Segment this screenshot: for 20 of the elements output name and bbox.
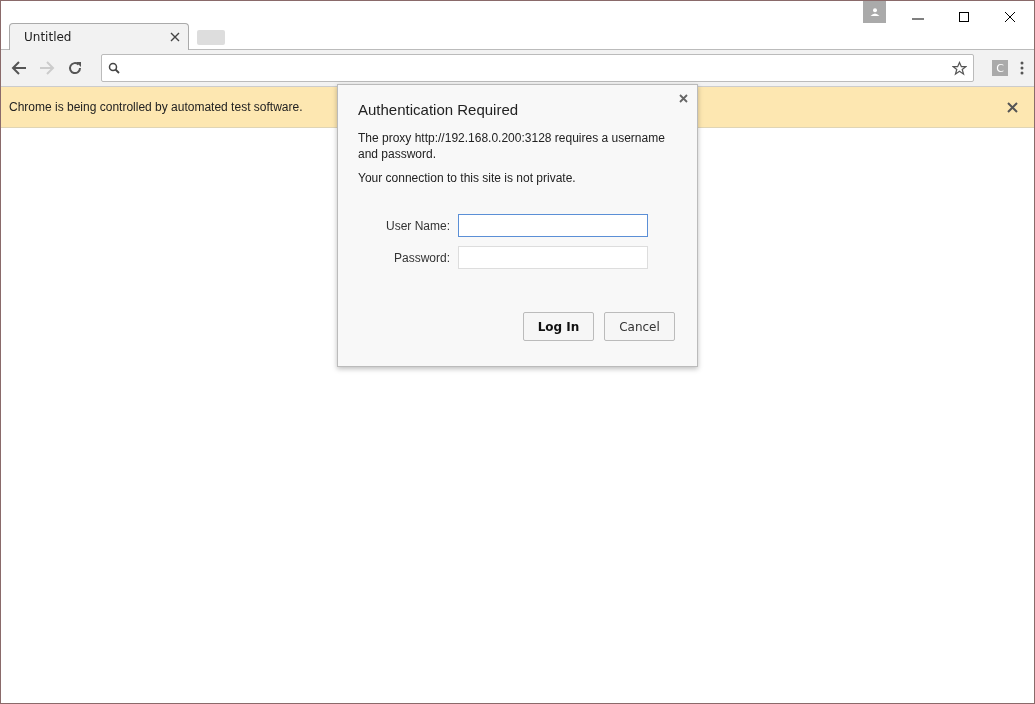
- reload-icon[interactable]: [67, 60, 83, 76]
- dialog-message: The proxy http://192.168.0.200:3128 requires a username and password.: [358, 130, 666, 162]
- dialog-note: Your connection to this site is not private.: [358, 170, 577, 186]
- close-icon[interactable]: [170, 32, 180, 42]
- input-field[interactable]: [458, 214, 648, 237]
- dialog-button[interactable]: Cancel: [604, 312, 675, 341]
- menu-icon[interactable]: [1020, 61, 1024, 75]
- field-label: User Name:: [385, 218, 450, 233]
- dialog-title: Authentication Required: [358, 101, 520, 118]
- person-icon: [869, 8, 880, 16]
- star-icon[interactable]: [952, 60, 967, 76]
- search-icon: [108, 62, 120, 74]
- field-label: Password:: [392, 250, 450, 265]
- maximize-icon[interactable]: [958, 11, 970, 23]
- dialog-button[interactable]: Log In: [523, 312, 594, 341]
- info-message: Chrome is being controlled by automated test software.: [9, 100, 303, 114]
- back-arrow-icon[interactable]: [11, 60, 27, 76]
- browser-tab[interactable]: Untitled: [9, 23, 189, 50]
- close-icon[interactable]: [1004, 11, 1016, 23]
- close-icon[interactable]: [1007, 101, 1018, 113]
